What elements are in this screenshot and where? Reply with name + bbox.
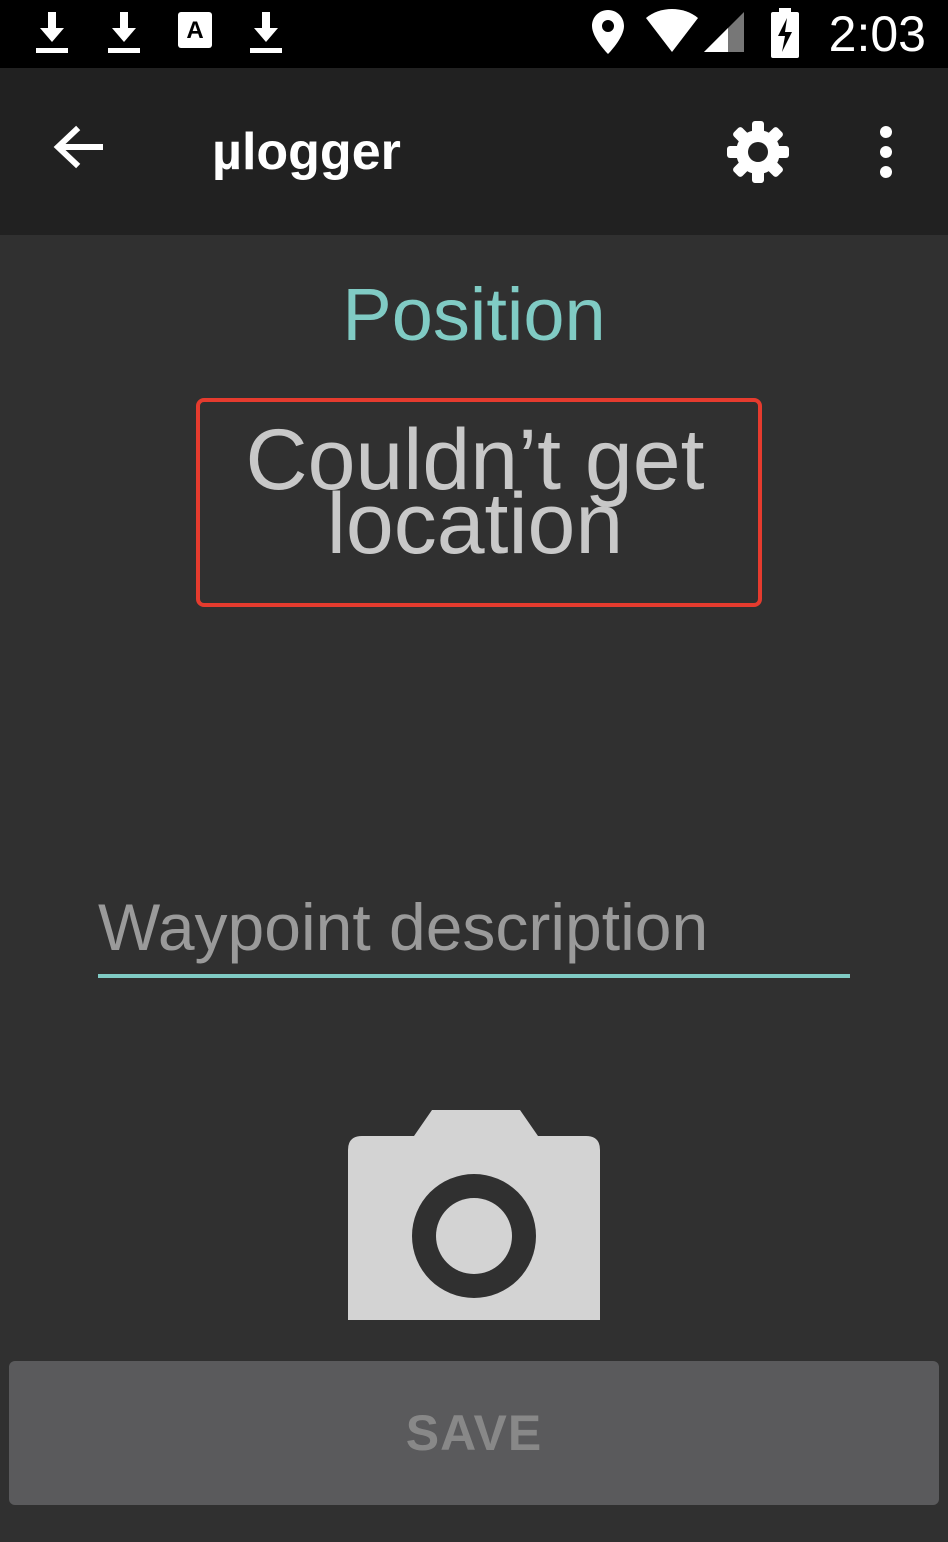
position-heading: Position — [342, 273, 606, 356]
wifi-icon — [646, 9, 698, 52]
text-a-icon: A — [178, 12, 212, 48]
battery-charging-icon — [771, 8, 799, 58]
camera-icon[interactable] — [348, 1110, 600, 1322]
gear-icon[interactable] — [726, 120, 790, 184]
waypoint-description-input[interactable] — [98, 880, 850, 978]
download-icon — [108, 12, 140, 53]
signal-icon — [704, 12, 744, 52]
arrow-back-icon[interactable] — [50, 122, 106, 172]
download-icon — [250, 12, 282, 53]
location-status-text: Couldn’t get location — [245, 412, 705, 572]
location-pin-icon — [592, 10, 624, 54]
app-title: µlogger — [212, 123, 401, 181]
save-button[interactable]: SAVE — [9, 1361, 939, 1505]
more-vert-icon[interactable] — [868, 124, 904, 180]
status-bar: A 2:03 — [0, 0, 948, 68]
svg-text:A: A — [186, 17, 203, 44]
app-bar: µlogger — [0, 68, 948, 235]
download-icon — [36, 12, 68, 53]
status-time: 2:03 — [828, 6, 926, 62]
